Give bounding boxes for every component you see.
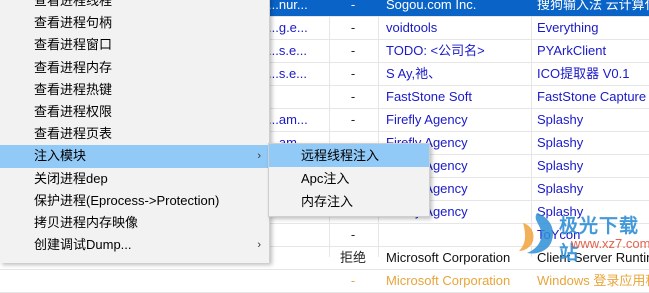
watermark-logo: 极光下载站 www.xz7.com: [513, 207, 649, 264]
menu-item-label: 注入模块: [34, 148, 87, 164]
menu-item[interactable]: 查看进程句柄: [0, 12, 269, 34]
path-cell: [268, 270, 328, 292]
signature-cell: -: [350, 66, 356, 81]
menu-item[interactable]: 注入模块 ›: [0, 145, 269, 168]
path-cell: ...s.e...: [268, 66, 308, 81]
submenu-item[interactable]: 内存注入: [269, 190, 429, 213]
menu-item-label: 查看进程内存: [34, 59, 113, 75]
signature-cell: -: [350, 20, 356, 35]
description-cell: FastStone Capture: [537, 89, 647, 104]
menu-item[interactable]: 查看进程热键: [0, 79, 269, 101]
menu-item-label: 查看进程线程: [34, 0, 113, 8]
menu-item[interactable]: 保护进程(Eprocess->Protection): [0, 190, 269, 212]
menu-item[interactable]: 查看进程线程: [0, 0, 269, 12]
menu-item-label: 关闭进程dep: [34, 170, 108, 186]
description-cell: 搜狗输入法 云计算代: [537, 0, 649, 12]
description-cell: Everything: [537, 20, 599, 35]
menu-item[interactable]: 关闭进程dep: [0, 168, 269, 190]
company-cell: Sogou.com Inc.: [386, 0, 477, 12]
description-cell: Splashy: [537, 158, 584, 173]
menu-item-label: 查看进程热键: [34, 81, 113, 97]
menu-item-label: 查看进程权限: [34, 103, 113, 119]
signature-cell: -: [350, 89, 356, 104]
signature-cell: -: [350, 273, 356, 288]
path-cell: [268, 247, 328, 269]
path-cell: ...s.e...: [268, 43, 308, 58]
description-cell: Splashy: [537, 135, 584, 150]
company-cell: Microsoft Corporation: [386, 273, 511, 288]
company-cell: [386, 224, 526, 246]
company-cell: TODO: <公司名>: [386, 43, 485, 58]
context-menu: 查看进程线程查看进程句柄 查看进程窗口 查看进程内存 查看进程热键 查看进程权限 查看进程…: [0, 0, 270, 263]
menu-item-label: 保护进程(Eprocess->Protection): [34, 192, 220, 208]
path-cell: ...nur...: [268, 0, 308, 12]
aurora-logo-icon: [519, 213, 554, 254]
path-cell: ...g.e...: [268, 20, 308, 35]
company-cell: voidtools: [386, 20, 438, 35]
description-cell: ICO提取器 V0.1: [537, 66, 630, 81]
signature-cell: -: [350, 112, 356, 127]
signature-cell: -: [350, 0, 356, 12]
menu-item[interactable]: 查看进程权限: [0, 101, 269, 123]
company-cell: Microsoft Corporation: [386, 250, 511, 265]
company-cell: FastStone Soft: [386, 89, 472, 104]
company-cell: Firefly Agency: [386, 112, 468, 127]
description-cell: Splashy: [537, 112, 584, 127]
description-cell: PYArkClient: [537, 43, 607, 58]
submenu-arrow-icon: ›: [257, 239, 261, 252]
inject-submenu: 远程线程注入 Apc注入 内存注入: [268, 143, 430, 217]
menu-item-label: 查看进程句柄: [34, 15, 113, 31]
company-cell: S Ay,祂、: [386, 66, 442, 81]
menu-item-label: 创建调试Dump...: [34, 237, 132, 253]
watermark-url: www.xz7.com: [571, 236, 649, 251]
path-cell: ...am...: [268, 112, 308, 127]
description-cell: Windows 登录应用程: [537, 273, 649, 288]
menu-item-label: 拷贝进程内存映像: [34, 214, 139, 230]
submenu-arrow-icon: ›: [257, 150, 261, 163]
signature-cell: -: [350, 227, 356, 242]
signature-cell: 拒绝: [339, 250, 366, 265]
menu-item[interactable]: 查看进程窗口: [0, 34, 269, 56]
menu-item[interactable]: 创建调试Dump... ›: [0, 234, 269, 256]
submenu-item[interactable]: Apc注入: [269, 167, 429, 190]
menu-item[interactable]: 查看进程页表: [0, 123, 269, 145]
menu-item[interactable]: 拷贝进程内存映像: [0, 212, 269, 234]
signature-cell: -: [350, 43, 356, 58]
menu-item-label: 查看进程页表: [34, 126, 113, 142]
description-cell: Splashy: [537, 181, 584, 196]
submenu-item[interactable]: 远程线程注入: [269, 144, 429, 167]
table-row[interactable]: - Microsoft Corporation Windows 登录应用程: [0, 270, 649, 293]
path-cell: [268, 224, 328, 246]
menu-item-label: 查看进程窗口: [34, 37, 113, 53]
menu-item[interactable]: 查看进程内存: [0, 57, 269, 79]
path-cell: [268, 86, 328, 108]
